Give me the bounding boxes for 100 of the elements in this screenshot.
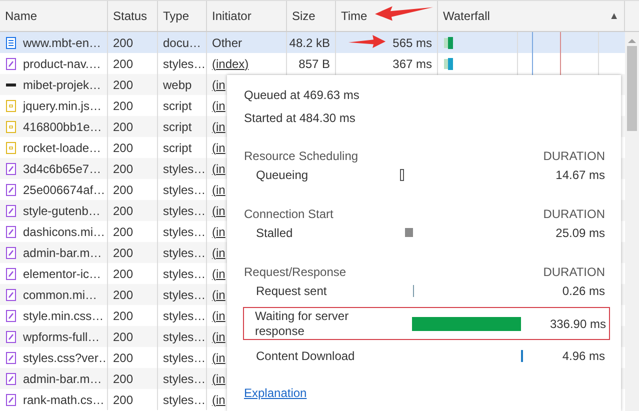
- time-value: 565 ms: [392, 36, 432, 50]
- status-code: 200: [113, 308, 134, 322]
- initiator-link[interactable]: (in: [212, 98, 226, 112]
- explanation-link[interactable]: Explanation: [244, 386, 307, 400]
- sort-indicator[interactable]: ▲: [609, 10, 619, 22]
- pencil-file-icon: [5, 372, 17, 384]
- column-header[interactable]: Waterfall: [443, 9, 490, 23]
- file-name: mibet-projek…: [23, 78, 102, 92]
- column-header[interactable]: Name: [5, 9, 38, 23]
- scrollbar[interactable]: [625, 32, 639, 411]
- pencil-file-icon: [5, 246, 17, 258]
- file-name: www.mbt-en…: [23, 36, 102, 50]
- file-name: 25e006674af…: [23, 182, 106, 196]
- pencil-file-icon: [5, 330, 17, 342]
- status-code: 200: [113, 392, 134, 406]
- file-name: elementor-ic…: [23, 266, 102, 280]
- initiator-link[interactable]: (in: [212, 308, 226, 322]
- phase-duration: 336.90 ms: [548, 316, 606, 330]
- column-header[interactable]: Status: [113, 9, 148, 23]
- column-header[interactable]: Initiator: [212, 9, 252, 23]
- column-header[interactable]: Type: [163, 9, 190, 23]
- file-name: dashicons.mi…: [23, 224, 106, 238]
- initiator-link[interactable]: (in: [212, 182, 226, 196]
- initiator-link[interactable]: (in: [212, 288, 226, 302]
- scroll-up-icon[interactable]: [628, 38, 636, 44]
- file-name: style.min.css…: [23, 308, 104, 322]
- time-value: 367 ms: [392, 56, 432, 70]
- file-name: rank-math.cs…: [23, 392, 104, 406]
- file-name: style-gutenb…: [23, 204, 100, 218]
- phase-duration: 25.09 ms: [554, 226, 605, 240]
- status-code: 200: [113, 372, 134, 386]
- initiator-link[interactable]: (in: [212, 120, 226, 134]
- status-code: 200: [113, 98, 134, 112]
- resource-type: styles…: [163, 392, 206, 406]
- initiator-link[interactable]: (in: [212, 372, 226, 386]
- initiator-link[interactable]: (in: [212, 350, 226, 364]
- file-name: admin-bar.m…: [23, 372, 102, 386]
- pencil-file-icon: [5, 352, 17, 364]
- duration-heading: DURATION: [543, 149, 605, 163]
- status-code: 200: [113, 182, 134, 196]
- resource-type: styles…: [163, 162, 206, 176]
- section-title: Resource Scheduling: [244, 149, 358, 163]
- initiator-link[interactable]: (in: [212, 266, 226, 280]
- initiator-link[interactable]: (in: [212, 140, 226, 154]
- phase-label: Queueing: [256, 168, 310, 182]
- status-code: 200: [113, 246, 134, 260]
- initiator-link[interactable]: (in: [212, 246, 226, 260]
- duration-heading: DURATION: [543, 207, 605, 221]
- resource-type: webp: [163, 78, 192, 92]
- file-name: 416800bb1e…: [23, 120, 102, 134]
- resource-type: styles…: [163, 182, 206, 196]
- initiator-link[interactable]: (in: [212, 330, 226, 344]
- file-name: common.mi…: [23, 288, 98, 302]
- pencil-file-icon: [5, 162, 17, 174]
- resource-type: styles…: [163, 372, 206, 386]
- status-code: 200: [113, 266, 134, 280]
- initiator-link[interactable]: (index): [212, 56, 249, 70]
- pencil-file-icon: [5, 184, 17, 196]
- queued-time: Queued at 469.63 ms: [244, 88, 360, 102]
- status-code: 200: [113, 204, 134, 218]
- phase-label: Request sent: [256, 284, 328, 298]
- request-row[interactable]: www.mbt-en… 200 docu… Other 48.2 kB 565 ms: [0, 32, 625, 53]
- pencil-file-icon: [5, 226, 17, 238]
- initiator-link[interactable]: (in: [212, 78, 226, 92]
- resource-type: styles…: [163, 56, 206, 70]
- section-title: Connection Start: [244, 207, 334, 221]
- started-time: Started at 484.30 ms: [244, 110, 356, 124]
- phase-label: Content Download: [256, 348, 356, 364]
- script-file-icon: [5, 120, 17, 132]
- phase-duration: 14.67 ms: [554, 168, 605, 182]
- timing-bar: [400, 169, 404, 181]
- pencil-file-icon: [5, 58, 17, 70]
- initiator-text: Other: [212, 36, 242, 50]
- initiator-link[interactable]: (in: [212, 204, 226, 218]
- size-value: 857 B: [298, 56, 330, 70]
- resource-type: docu…: [163, 36, 202, 50]
- status-code: 200: [113, 330, 134, 344]
- pencil-file-icon: [5, 204, 17, 216]
- status-code: 200: [113, 162, 134, 176]
- initiator-link[interactable]: (in: [212, 392, 226, 406]
- status-code: 200: [113, 140, 134, 154]
- column-header[interactable]: Time: [341, 9, 368, 23]
- resource-type: script: [163, 98, 192, 112]
- size-value: 48.2 kB: [289, 36, 330, 50]
- status-code: 200: [113, 36, 134, 50]
- file-name: admin-bar.m…: [23, 246, 102, 260]
- initiator-link[interactable]: (in: [212, 224, 226, 238]
- status-code: 200: [113, 288, 134, 302]
- phase-duration: 0.26 ms: [561, 284, 605, 298]
- waterfall-bar: [444, 56, 454, 70]
- status-code: 200: [113, 56, 134, 70]
- scrollbar-thumb[interactable]: [627, 46, 637, 131]
- resource-type: styles…: [163, 308, 206, 322]
- pencil-file-icon: [5, 288, 17, 300]
- file-name: wpforms-full…: [23, 330, 100, 344]
- phase-label: Stalled: [256, 226, 294, 240]
- file-name: styles.css?ver…: [23, 350, 107, 364]
- column-header[interactable]: Size: [292, 9, 316, 23]
- resource-type: styles…: [163, 350, 206, 364]
- initiator-link[interactable]: (in: [212, 162, 226, 176]
